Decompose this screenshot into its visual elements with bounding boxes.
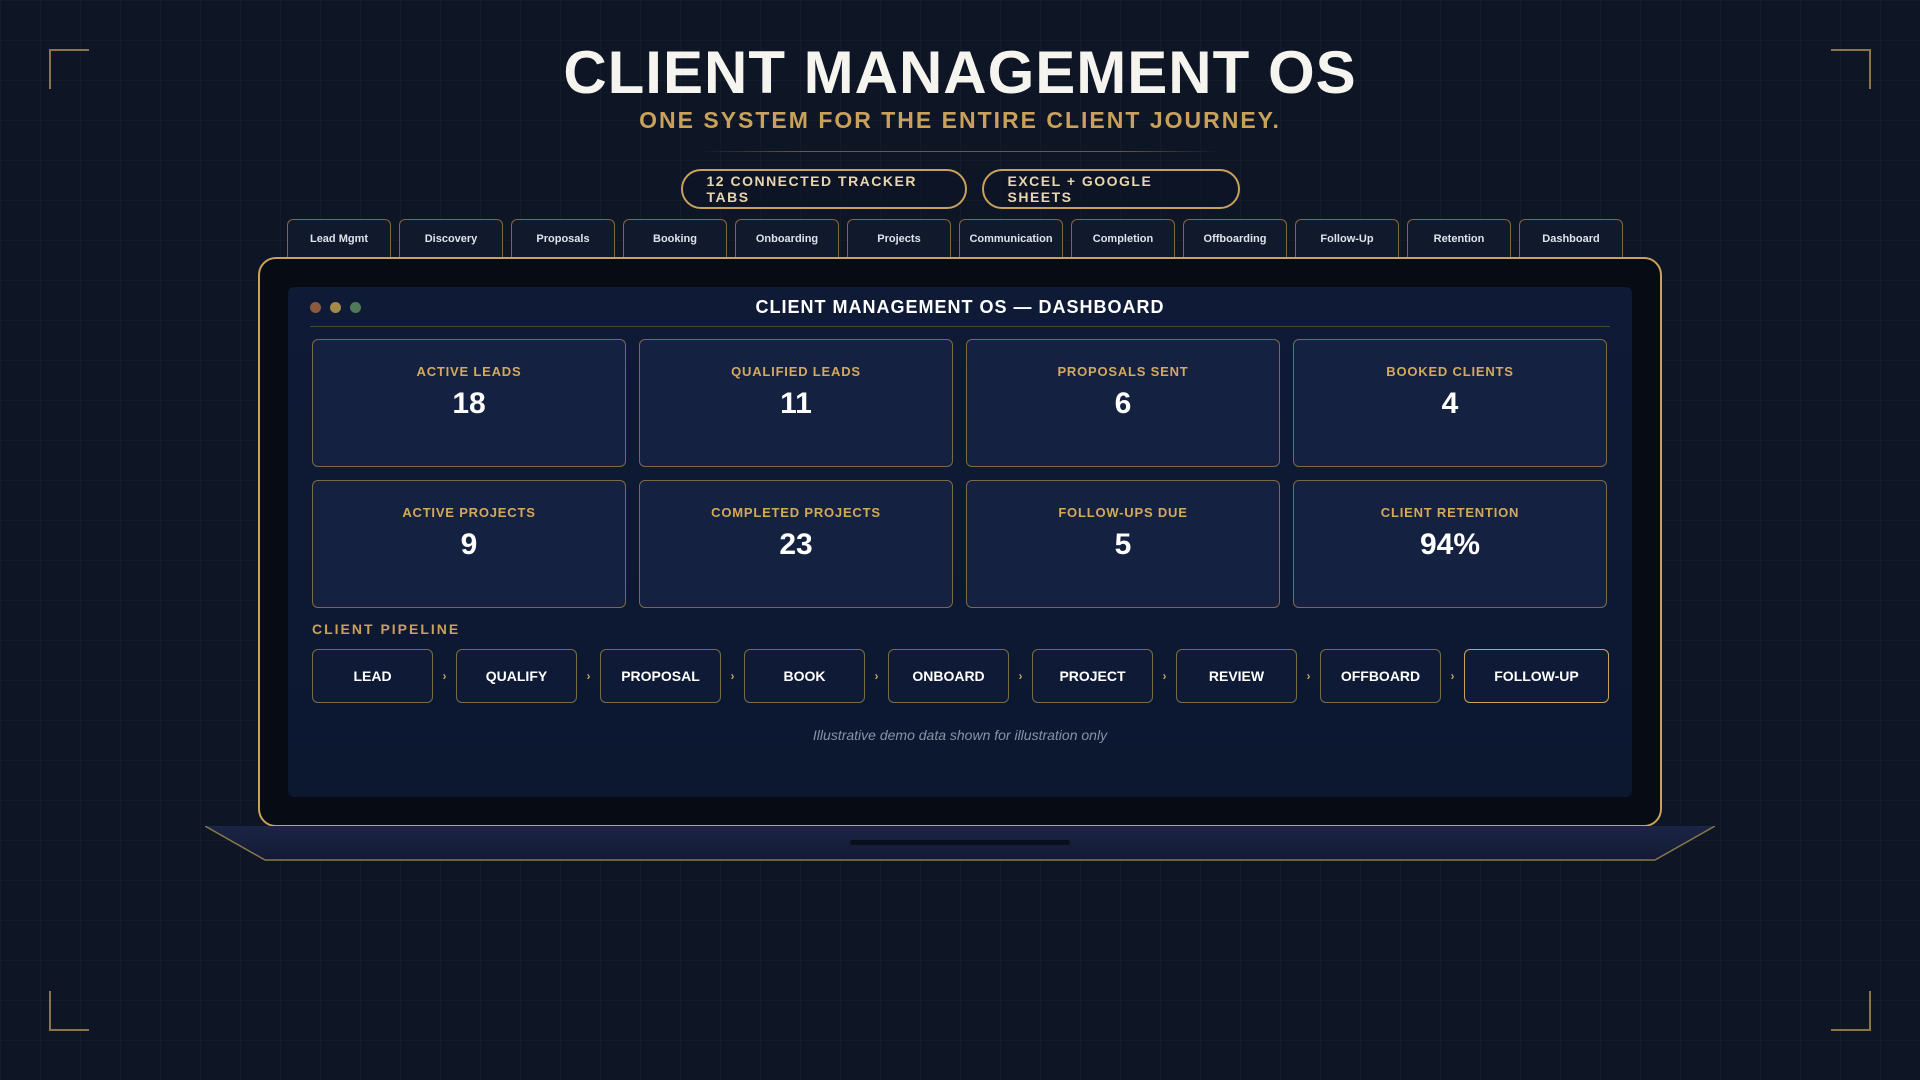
- stat-value: 5: [1114, 528, 1132, 561]
- hero-title: CLIENT MANAGEMENT OS: [563, 39, 1357, 106]
- pipeline-stage-review[interactable]: REVIEW: [1176, 649, 1297, 703]
- client-pipeline: LEAD › QUALIFY › PROPOSAL › BOOK › ONBOA…: [312, 649, 1609, 703]
- stat-label: PROPOSALS SENT: [1057, 364, 1189, 379]
- pipeline-stage-project[interactable]: PROJECT: [1032, 649, 1153, 703]
- laptop-notch: [850, 840, 1070, 845]
- stat-label: CLIENT RETENTION: [1380, 505, 1520, 520]
- pipeline-stage-book[interactable]: BOOK: [744, 649, 865, 703]
- stat-card-qualified-leads: QUALIFIED LEADS 11: [639, 339, 953, 467]
- hero-subtitle: ONE SYSTEM FOR THE ENTIRE CLIENT JOURNEY…: [639, 107, 1281, 133]
- pipeline-stage-qualify[interactable]: QUALIFY: [456, 649, 577, 703]
- pipeline-stage-proposal[interactable]: PROPOSAL: [600, 649, 721, 703]
- corner-bracket-bottom-right: [1831, 991, 1871, 1031]
- tab-booking[interactable]: Booking: [623, 219, 727, 257]
- tab-onboarding[interactable]: Onboarding: [735, 219, 839, 257]
- tab-discovery[interactable]: Discovery: [399, 219, 503, 257]
- stat-value: 9: [460, 528, 478, 561]
- tracker-tabs: Lead Mgmt Discovery Proposals Booking On…: [287, 219, 1623, 257]
- chevron-right-icon: ›: [730, 669, 735, 683]
- stat-label: ACTIVE LEADS: [416, 364, 522, 379]
- pipeline-stage-follow-up[interactable]: FOLLOW-UP: [1464, 649, 1609, 703]
- stat-value: 6: [1114, 387, 1132, 420]
- chevron-right-icon: ›: [1018, 669, 1023, 683]
- chevron-right-icon: ›: [586, 669, 591, 683]
- tab-offboarding[interactable]: Offboarding: [1183, 219, 1287, 257]
- tab-lead-mgmt[interactable]: Lead Mgmt: [287, 219, 391, 257]
- chevron-right-icon: ›: [1306, 669, 1311, 683]
- stat-card-client-retention: CLIENT RETENTION 94%: [1293, 480, 1607, 608]
- stat-value: 94%: [1419, 528, 1481, 561]
- pill-tracker-tabs: 12 CONNECTED TRACKER TABS: [680, 169, 967, 209]
- stat-value: 4: [1441, 387, 1459, 420]
- pill-excel-sheets: EXCEL + GOOGLE SHEETS: [981, 169, 1240, 209]
- feature-pills: 12 CONNECTED TRACKER TABS EXCEL + GOOGLE…: [0, 169, 1920, 209]
- tab-retention[interactable]: Retention: [1407, 219, 1511, 257]
- chevron-right-icon: ›: [1450, 669, 1455, 683]
- pipeline-heading: CLIENT PIPELINE: [312, 621, 461, 637]
- stat-label: FOLLOW-UPS DUE: [1058, 505, 1188, 520]
- chevron-right-icon: ›: [442, 669, 447, 683]
- stat-label: COMPLETED PROJECTS: [711, 505, 881, 520]
- demo-data-footnote: Illustrative demo data shown for illustr…: [812, 727, 1108, 743]
- stat-card-booked-clients: BOOKED CLIENTS 4: [1293, 339, 1607, 467]
- tab-follow-up[interactable]: Follow-Up: [1295, 219, 1399, 257]
- tab-communication[interactable]: Communication: [959, 219, 1063, 257]
- stat-card-active-leads: ACTIVE LEADS 18: [312, 339, 626, 467]
- corner-bracket-bottom-left: [49, 991, 89, 1031]
- stat-card-follow-ups-due: FOLLOW-UPS DUE 5: [966, 480, 1280, 608]
- stat-card-proposals-sent: PROPOSALS SENT 6: [966, 339, 1280, 467]
- stat-value: 23: [779, 528, 813, 561]
- stat-label: QUALIFIED LEADS: [731, 364, 861, 379]
- pipeline-stage-offboard[interactable]: OFFBOARD: [1320, 649, 1441, 703]
- chevron-right-icon: ›: [874, 669, 879, 683]
- stat-card-completed-projects: COMPLETED PROJECTS 23: [639, 480, 953, 608]
- stat-value: 11: [780, 387, 812, 420]
- hero-divider: [700, 151, 1220, 152]
- stat-label: ACTIVE PROJECTS: [402, 505, 536, 520]
- dashboard-title: CLIENT MANAGEMENT OS — DASHBOARD: [755, 297, 1165, 317]
- tab-completion[interactable]: Completion: [1071, 219, 1175, 257]
- dashboard-window: CLIENT MANAGEMENT OS — DASHBOARD ACTIVE …: [288, 287, 1632, 797]
- chevron-right-icon: ›: [1162, 669, 1167, 683]
- pipeline-stage-onboard[interactable]: ONBOARD: [888, 649, 1009, 703]
- title-divider: [310, 326, 1610, 327]
- tab-proposals[interactable]: Proposals: [511, 219, 615, 257]
- tab-dashboard[interactable]: Dashboard: [1519, 219, 1623, 257]
- stat-label: BOOKED CLIENTS: [1386, 364, 1514, 379]
- stat-card-active-projects: ACTIVE PROJECTS 9: [312, 480, 626, 608]
- tab-projects[interactable]: Projects: [847, 219, 951, 257]
- stat-value: 18: [452, 387, 486, 420]
- stats-grid: ACTIVE LEADS 18 QUALIFIED LEADS 11 PROPO…: [312, 339, 1607, 608]
- pipeline-stage-lead[interactable]: LEAD: [312, 649, 433, 703]
